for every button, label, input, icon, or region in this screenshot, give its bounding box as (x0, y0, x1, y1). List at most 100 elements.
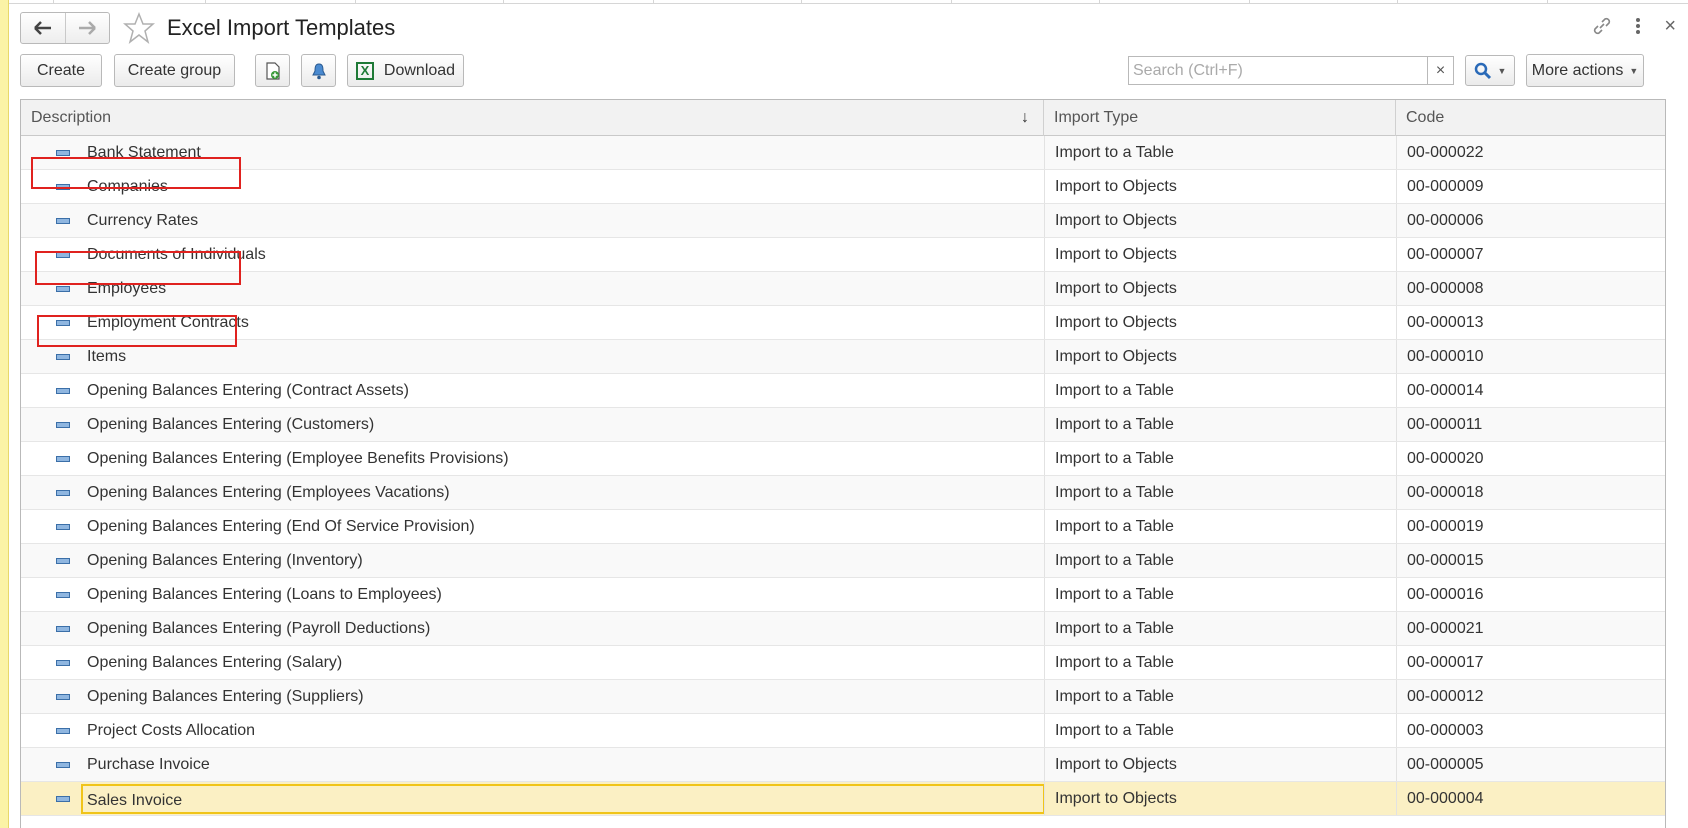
clear-search-icon[interactable]: × (1427, 57, 1453, 84)
cell-code[interactable]: 00-000011 (1407, 408, 1482, 441)
table-row[interactable]: Bank Statement Import to a Table 00-000022 (21, 136, 1665, 170)
cell-code[interactable]: 00-000013 (1407, 306, 1484, 339)
cell-description[interactable]: Employees (85, 272, 1045, 305)
link-icon[interactable] (1592, 16, 1612, 41)
add-from-file-button[interactable] (255, 54, 290, 87)
cell-description[interactable]: Project Costs Allocation (85, 714, 1045, 747)
cell-code[interactable]: 00-000018 (1407, 476, 1484, 509)
table-row[interactable]: Opening Balances Entering (Customers) Imp… (21, 408, 1665, 442)
table-row[interactable]: Employment Contracts Import to Objects 00-… (21, 306, 1665, 340)
table-row[interactable]: Opening Balances Entering (Payroll Deduc… (21, 612, 1665, 646)
cell-import-type[interactable]: Import to a Table (1055, 612, 1174, 645)
cell-description[interactable]: Purchase Invoice (85, 748, 1045, 781)
cell-description[interactable]: Opening Balances Entering (Employees Vac… (85, 476, 1045, 509)
cell-code[interactable]: 00-000012 (1407, 680, 1484, 713)
cell-description[interactable]: Opening Balances Entering (Payroll Deduc… (85, 612, 1045, 645)
forward-button[interactable] (64, 13, 110, 43)
column-header-import-type[interactable]: Import Type (1044, 100, 1396, 136)
cell-description[interactable]: Items (85, 340, 1045, 373)
cell-description[interactable]: Companies (85, 170, 1045, 203)
cell-code[interactable]: 00-000021 (1407, 612, 1484, 645)
cell-description[interactable]: Bank Statement (85, 136, 1045, 169)
cell-import-type[interactable]: Import to a Table (1055, 510, 1174, 543)
more-actions-button[interactable]: More actions ▼ (1526, 54, 1644, 87)
cell-code[interactable]: 00-000015 (1407, 544, 1484, 577)
cell-description[interactable]: Opening Balances Entering (End Of Servic… (85, 510, 1045, 543)
table-row[interactable]: Opening Balances Entering (End Of Servic… (21, 510, 1665, 544)
cell-import-type[interactable]: Import to a Table (1055, 578, 1174, 611)
cell-description[interactable]: Opening Balances Entering (Inventory) (85, 544, 1045, 577)
cell-import-type[interactable]: Import to Objects (1055, 748, 1177, 781)
cell-description[interactable]: Employment Contracts (85, 306, 1045, 339)
favorite-star-icon[interactable] (123, 11, 155, 50)
cell-import-type[interactable]: Import to Objects (1055, 170, 1177, 203)
back-button[interactable] (21, 13, 65, 43)
table-row[interactable]: Project Costs Allocation Import to a Tabl… (21, 714, 1665, 748)
table-row[interactable]: Documents of Individuals Import to Object… (21, 238, 1665, 272)
table-row[interactable]: Opening Balances Entering (Employees Vac… (21, 476, 1665, 510)
cell-description[interactable]: Opening Balances Entering (Employee Bene… (85, 442, 1045, 475)
cell-code[interactable]: 00-000003 (1407, 714, 1484, 747)
cell-code[interactable]: 00-000009 (1407, 170, 1484, 203)
table-row[interactable]: Items Import to Objects 00-000010 (21, 340, 1665, 374)
table-row[interactable]: Currency Rates Import to Objects 00-000006 (21, 204, 1665, 238)
cell-description[interactable]: Opening Balances Entering (Loans to Empl… (85, 578, 1045, 611)
table-row[interactable]: Opening Balances Entering (Employee Bene… (21, 442, 1665, 476)
create-group-button[interactable]: Create group (114, 54, 235, 87)
table-row[interactable]: Companies Import to Objects 00-000009 (21, 170, 1665, 204)
table-row[interactable]: Opening Balances Entering (Loans to Empl… (21, 578, 1665, 612)
download-button[interactable]: X Download (347, 54, 464, 87)
cell-import-type[interactable]: Import to a Table (1055, 544, 1174, 577)
table-row[interactable]: Employees Import to Objects 00-000008 (21, 272, 1665, 306)
cell-code[interactable]: 00-000005 (1407, 748, 1484, 781)
cell-code[interactable]: 00-000004 (1407, 782, 1484, 815)
table-row[interactable]: Purchase Invoice Import to Objects 00-0000… (21, 748, 1665, 782)
create-button[interactable]: Create (20, 54, 102, 87)
cell-code[interactable]: 00-000016 (1407, 578, 1484, 611)
cell-import-type[interactable]: Import to a Table (1055, 476, 1174, 509)
cell-import-type[interactable]: Import to Objects (1055, 238, 1177, 271)
cell-import-type[interactable]: Import to a Table (1055, 680, 1174, 713)
cell-import-type[interactable]: Import to Objects (1055, 782, 1177, 815)
table-row[interactable]: Opening Balances Entering (Salary) Import… (21, 646, 1665, 680)
notifications-button[interactable] (301, 54, 336, 87)
cell-description[interactable]: Opening Balances Entering (Contract Asse… (85, 374, 1045, 407)
table-row[interactable]: Opening Balances Entering (Contract Asse… (21, 374, 1665, 408)
cell-import-type[interactable]: Import to a Table (1055, 136, 1174, 169)
cell-description[interactable]: Opening Balances Entering (Salary) (85, 646, 1045, 679)
cell-import-type[interactable]: Import to a Table (1055, 374, 1174, 407)
cell-code[interactable]: 00-000014 (1407, 374, 1484, 407)
cell-description[interactable]: Sales Invoice (81, 784, 1045, 814)
cell-import-type[interactable]: Import to Objects (1055, 204, 1177, 237)
cell-code[interactable]: 00-000017 (1407, 646, 1484, 679)
item-icon (56, 150, 70, 156)
cell-code[interactable]: 00-000019 (1407, 510, 1484, 543)
table-row[interactable]: Opening Balances Entering (Inventory) Imp… (21, 544, 1665, 578)
column-header-description[interactable]: Description ↓ (21, 100, 1044, 136)
cell-import-type[interactable]: Import to Objects (1055, 272, 1177, 305)
more-vertical-icon[interactable] (1634, 16, 1642, 41)
cell-import-type[interactable]: Import to Objects (1055, 306, 1177, 339)
cell-code[interactable]: 00-000008 (1407, 272, 1484, 305)
cell-description[interactable]: Opening Balances Entering (Customers) (85, 408, 1045, 441)
cell-import-type[interactable]: Import to a Table (1055, 646, 1174, 679)
cell-description[interactable]: Documents of Individuals (85, 238, 1045, 271)
cell-import-type[interactable]: Import to a Table (1055, 714, 1174, 747)
table-row[interactable]: Opening Balances Entering (Suppliers) Imp… (21, 680, 1665, 714)
cell-code[interactable]: 00-000006 (1407, 204, 1484, 237)
cell-code[interactable]: 00-000010 (1407, 340, 1484, 373)
table-body: Bank Statement Import to a Table 00-000022… (21, 136, 1665, 816)
search-button[interactable]: ▼ (1465, 55, 1515, 86)
table-row[interactable]: Sales Invoice Import to Objects 00-000004 (21, 782, 1665, 816)
cell-import-type[interactable]: Import to Objects (1055, 340, 1177, 373)
close-window-icon[interactable]: × (1664, 16, 1676, 41)
cell-code[interactable]: 00-000022 (1407, 136, 1484, 169)
cell-import-type[interactable]: Import to a Table (1055, 408, 1174, 441)
cell-code[interactable]: 00-000020 (1407, 442, 1484, 475)
column-header-code[interactable]: Code (1396, 100, 1665, 136)
cell-description[interactable]: Opening Balances Entering (Suppliers) (85, 680, 1045, 713)
cell-import-type[interactable]: Import to a Table (1055, 442, 1174, 475)
search-input[interactable] (1129, 57, 1427, 84)
cell-code[interactable]: 00-000007 (1407, 238, 1484, 271)
cell-description[interactable]: Currency Rates (85, 204, 1045, 237)
